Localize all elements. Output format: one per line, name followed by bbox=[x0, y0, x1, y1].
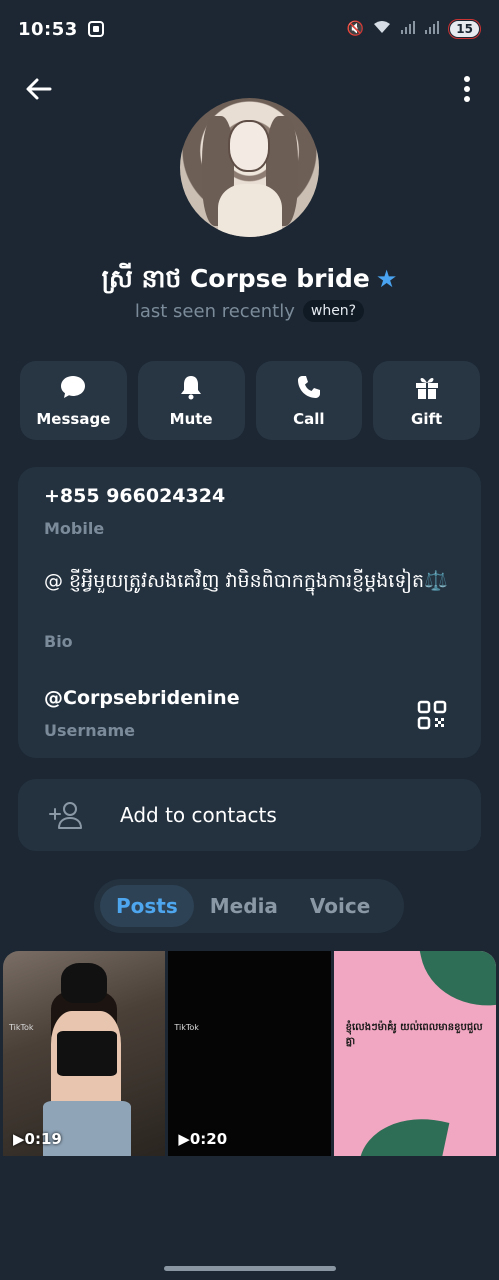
media-item-3[interactable]: ខ្ញុំលេងៗម៉ាគំរូ​ យល់ពេលមានខួបជួលគ្នា bbox=[333, 951, 496, 1156]
tab-media[interactable]: Media bbox=[194, 885, 294, 927]
phone-number[interactable]: +855 966024324 bbox=[44, 485, 225, 507]
message-icon bbox=[61, 376, 86, 398]
media-tabs: Posts Media Voice bbox=[94, 879, 404, 933]
leaf-decoration bbox=[358, 1106, 450, 1156]
qr-code-button[interactable] bbox=[417, 700, 447, 730]
premium-star-icon[interactable]: ★ bbox=[376, 265, 398, 293]
gift-label: Gift bbox=[411, 410, 443, 428]
back-button[interactable] bbox=[22, 72, 56, 106]
last-seen-text: last seen recently bbox=[134, 300, 295, 322]
mute-status-icon: 🔇 bbox=[346, 21, 365, 37]
qr-code-icon bbox=[417, 700, 447, 730]
add-to-contacts-label: Add to contacts bbox=[120, 803, 277, 827]
wifi-icon bbox=[372, 19, 392, 39]
username[interactable]: @Corpsebridenine bbox=[44, 687, 240, 709]
bell-icon bbox=[181, 376, 202, 400]
profile-name: ស្រី នាថ Corpse bride ★ bbox=[0, 264, 499, 300]
more-vertical-icon bbox=[464, 76, 470, 102]
action-buttons: Message Mute Call Gift bbox=[20, 361, 480, 440]
phone-label: Mobile bbox=[44, 519, 105, 538]
message-button[interactable]: Message bbox=[20, 361, 127, 440]
status-bar: 10:53 🔇 15 bbox=[0, 0, 499, 58]
mute-label: Mute bbox=[169, 410, 213, 428]
message-label: Message bbox=[36, 410, 111, 428]
screen-record-icon bbox=[87, 21, 104, 37]
tab-posts[interactable]: Posts bbox=[100, 885, 194, 927]
leaf-decoration bbox=[419, 951, 496, 1019]
gift-button[interactable]: Gift bbox=[373, 361, 480, 440]
tiktok-watermark: TikTok bbox=[174, 1023, 199, 1032]
arrow-left-icon bbox=[26, 78, 52, 100]
media-item-1[interactable]: TikTok ▶0:19 bbox=[3, 951, 166, 1156]
profile-name-text: ស្រី នាថ Corpse bride bbox=[101, 264, 370, 293]
more-options-button[interactable] bbox=[457, 72, 477, 106]
media-item-2[interactable]: TikTok ▶0:20 bbox=[168, 951, 331, 1156]
when-button[interactable]: when? bbox=[302, 300, 365, 322]
call-button[interactable]: Call bbox=[255, 361, 363, 440]
last-seen-row: last seen recently when? bbox=[0, 300, 499, 322]
media-caption: ខ្ញុំលេងៗម៉ាគំរូ​ យល់ពេលមានខួបជួលគ្នា bbox=[345, 1022, 483, 1047]
media-grid: TikTok ▶0:19 TikTok ▶0:20 ខ្ញុំលេងៗម៉ាគំ… bbox=[0, 951, 499, 1156]
add-user-icon bbox=[49, 802, 82, 829]
info-card: +855 966024324 Mobile @ ខ្ញីអ្វីមួយត្រូវ… bbox=[18, 467, 481, 758]
battery-icon: 15 bbox=[448, 19, 481, 39]
avatar[interactable] bbox=[180, 98, 319, 237]
status-icons: 🔇 15 bbox=[347, 19, 481, 39]
signal-icon-1 bbox=[400, 20, 416, 38]
mute-button[interactable]: Mute bbox=[137, 361, 245, 440]
signal-icon-2 bbox=[424, 20, 440, 38]
bio-label: Bio bbox=[44, 632, 73, 651]
tab-voice[interactable]: Voice bbox=[294, 885, 386, 927]
home-indicator[interactable] bbox=[164, 1266, 336, 1271]
gift-icon bbox=[415, 377, 438, 399]
phone-icon bbox=[297, 376, 320, 398]
call-label: Call bbox=[293, 410, 325, 428]
video-duration: ▶0:20 bbox=[178, 1130, 228, 1148]
add-to-contacts-button[interactable]: Add to contacts bbox=[18, 779, 481, 851]
battery-level: 15 bbox=[450, 21, 479, 37]
username-label: Username bbox=[44, 721, 135, 740]
tiktok-watermark: TikTok bbox=[9, 1023, 34, 1032]
status-time: 10:53 bbox=[18, 18, 78, 40]
bio-text: @ ខ្ញីអ្វីមួយត្រូវសងគេវិញ វាមិនពិបាកក្នុ… bbox=[44, 570, 448, 592]
video-duration: ▶0:19 bbox=[13, 1130, 62, 1148]
